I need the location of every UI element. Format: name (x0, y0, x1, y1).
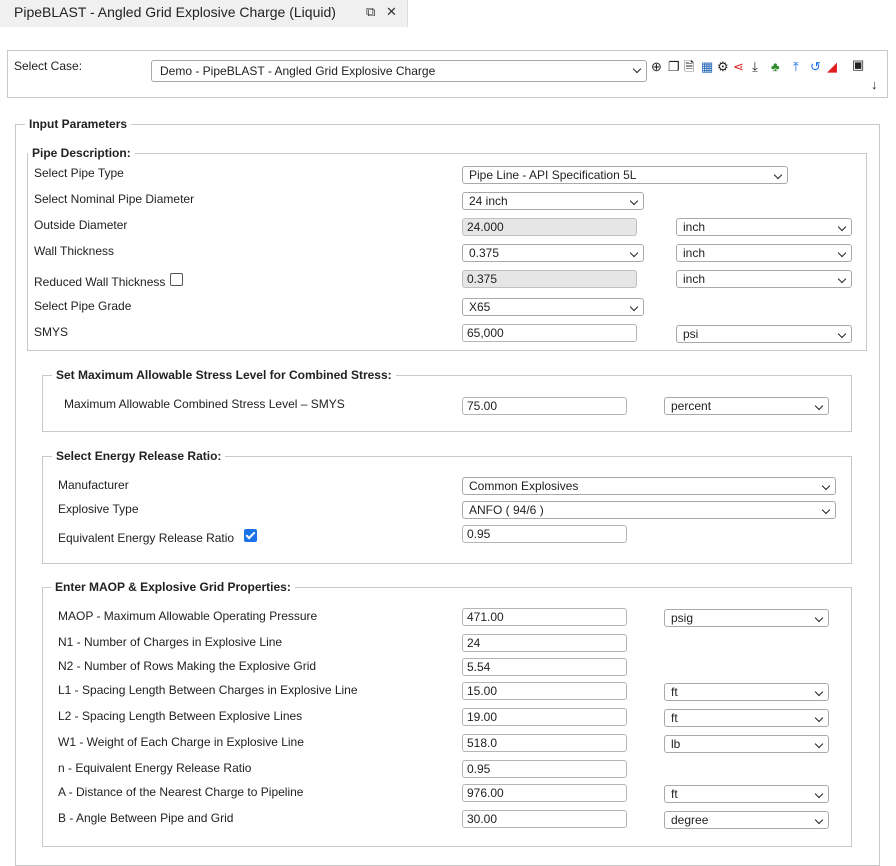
l2-field[interactable]: 19.00 (462, 708, 627, 726)
l1-unit-select[interactable]: ft (664, 683, 829, 701)
maop-label: MAOP - Maximum Allowable Operating Press… (58, 609, 318, 623)
reduced-wall-thickness-field: 0.375 (462, 270, 637, 288)
angle-b-unit-select[interactable]: degree (664, 811, 829, 829)
smys-field[interactable]: 65,000 (462, 324, 637, 342)
outside-diameter-label: Outside Diameter (34, 218, 128, 232)
angle-b-label: B - Angle Between Pipe and Grid (58, 811, 234, 825)
distance-a-unit-select[interactable]: ft (664, 785, 829, 803)
distance-a-field[interactable]: 976.00 (462, 784, 627, 802)
copy-icon[interactable]: ❐ (668, 60, 680, 74)
explosive-type-label: Explosive Type (58, 502, 139, 516)
nominal-diameter-label: Select Nominal Pipe Diameter (34, 192, 195, 206)
l1-field[interactable]: 15.00 (462, 682, 627, 700)
l2-label: L2 - Spacing Length Between Explosive Li… (58, 709, 303, 723)
l2-unit-select[interactable]: ft (664, 709, 829, 727)
wall-thickness-select[interactable]: 0.375 (462, 244, 644, 262)
stress-level-legend: Set Maximum Allowable Stress Level for C… (52, 368, 396, 382)
area-chart-icon[interactable]: ◢ (827, 60, 837, 74)
outside-diameter-unit-select[interactable]: inch (676, 218, 852, 236)
n1-field[interactable]: 24 (462, 634, 627, 652)
w1-unit-select[interactable]: lb (664, 735, 829, 753)
case-select[interactable]: Demo - PipeBLAST - Angled Grid Explosive… (151, 60, 647, 82)
manufacturer-label: Manufacturer (58, 478, 129, 492)
maop-field[interactable]: 471.00 (462, 608, 627, 626)
n-ratio-field[interactable]: 0.95 (462, 760, 627, 778)
pipe-grade-select[interactable]: X65 (462, 298, 644, 316)
tab-bar: PipeBLAST - Angled Grid Explosive Charge… (0, 0, 896, 28)
energy-ratio-field[interactable]: 0.95 (462, 525, 627, 543)
upload-icon[interactable]: ⤒ (793, 60, 799, 74)
add-icon[interactable]: ⊕ (651, 60, 662, 74)
w1-label: W1 - Weight of Each Charge in Explosive … (58, 735, 304, 749)
hierarchy-icon[interactable]: ♣ (771, 60, 780, 74)
n2-field[interactable]: 5.54 (462, 658, 627, 676)
distance-a-label: A - Distance of the Nearest Charge to Pi… (58, 785, 304, 799)
arrow-down-icon[interactable]: ↓ (871, 78, 878, 92)
pipe-description-legend: Pipe Description: (28, 146, 135, 160)
nominal-diameter-select[interactable]: 24 inch (462, 192, 644, 210)
pipe-grade-label: Select Pipe Grade (34, 299, 132, 313)
combined-stress-field[interactable]: 75.00 (462, 397, 627, 415)
table-icon[interactable]: ▦ (701, 60, 713, 74)
outside-diameter-field: 24.000 (462, 218, 637, 236)
explosive-type-select[interactable]: ANFO ( 94/6 ) (462, 501, 836, 519)
maop-unit-select[interactable]: psig (664, 609, 829, 627)
smys-label: SMYS (34, 325, 69, 339)
energy-release-legend: Select Energy Release Ratio: (52, 449, 226, 463)
select-case-label: Select Case: (14, 59, 83, 73)
pipe-type-select[interactable]: Pipe Line - API Specification 5L (462, 166, 788, 184)
w1-field[interactable]: 518.0 (462, 734, 627, 752)
pipe-type-label: Select Pipe Type (34, 166, 124, 180)
gear-icon[interactable]: ⚙ (717, 60, 729, 74)
n2-label: N2 - Number of Rows Making the Explosive… (58, 659, 317, 673)
maop-grid-legend: Enter MAOP & Explosive Grid Properties: (51, 580, 295, 594)
download-icon[interactable]: ⤓ (752, 60, 758, 74)
history-icon[interactable]: ↺ (810, 60, 821, 74)
pdf-export-icon[interactable]: ▣ (852, 58, 864, 72)
combined-stress-unit-select[interactable]: percent (664, 397, 829, 415)
pdf-file-icon[interactable]: 🗎 (684, 60, 694, 74)
popout-icon[interactable]: ⧉ (366, 4, 375, 20)
close-icon[interactable]: ✕ (386, 4, 397, 20)
angle-b-field[interactable]: 30.00 (462, 810, 627, 828)
share-icon[interactable]: ⋖ (733, 60, 744, 74)
n-ratio-label: n - Equivalent Energy Release Ratio (58, 761, 252, 775)
wall-thickness-label: Wall Thickness (34, 244, 115, 258)
reduced-wall-thickness-label: Reduced Wall Thickness (34, 275, 166, 289)
wall-thickness-unit-select[interactable]: inch (676, 244, 852, 262)
manufacturer-select[interactable]: Common Explosives (462, 477, 836, 495)
l1-label: L1 - Spacing Length Between Charges in E… (58, 683, 358, 697)
reduced-wall-thickness-unit-select[interactable]: inch (676, 270, 852, 288)
n1-label: N1 - Number of Charges in Explosive Line (58, 635, 283, 649)
input-parameters-legend: Input Parameters (25, 117, 132, 131)
energy-ratio-label: Equivalent Energy Release Ratio (58, 531, 235, 545)
combined-stress-label: Maximum Allowable Combined Stress Level … (64, 397, 345, 411)
tab-active[interactable]: PipeBLAST - Angled Grid Explosive Charge… (0, 0, 408, 27)
reduced-wall-thickness-checkbox[interactable] (170, 273, 183, 286)
energy-ratio-checkbox[interactable] (244, 529, 257, 542)
smys-unit-select[interactable]: psi (676, 325, 852, 343)
tab-title: PipeBLAST - Angled Grid Explosive Charge… (14, 4, 336, 20)
